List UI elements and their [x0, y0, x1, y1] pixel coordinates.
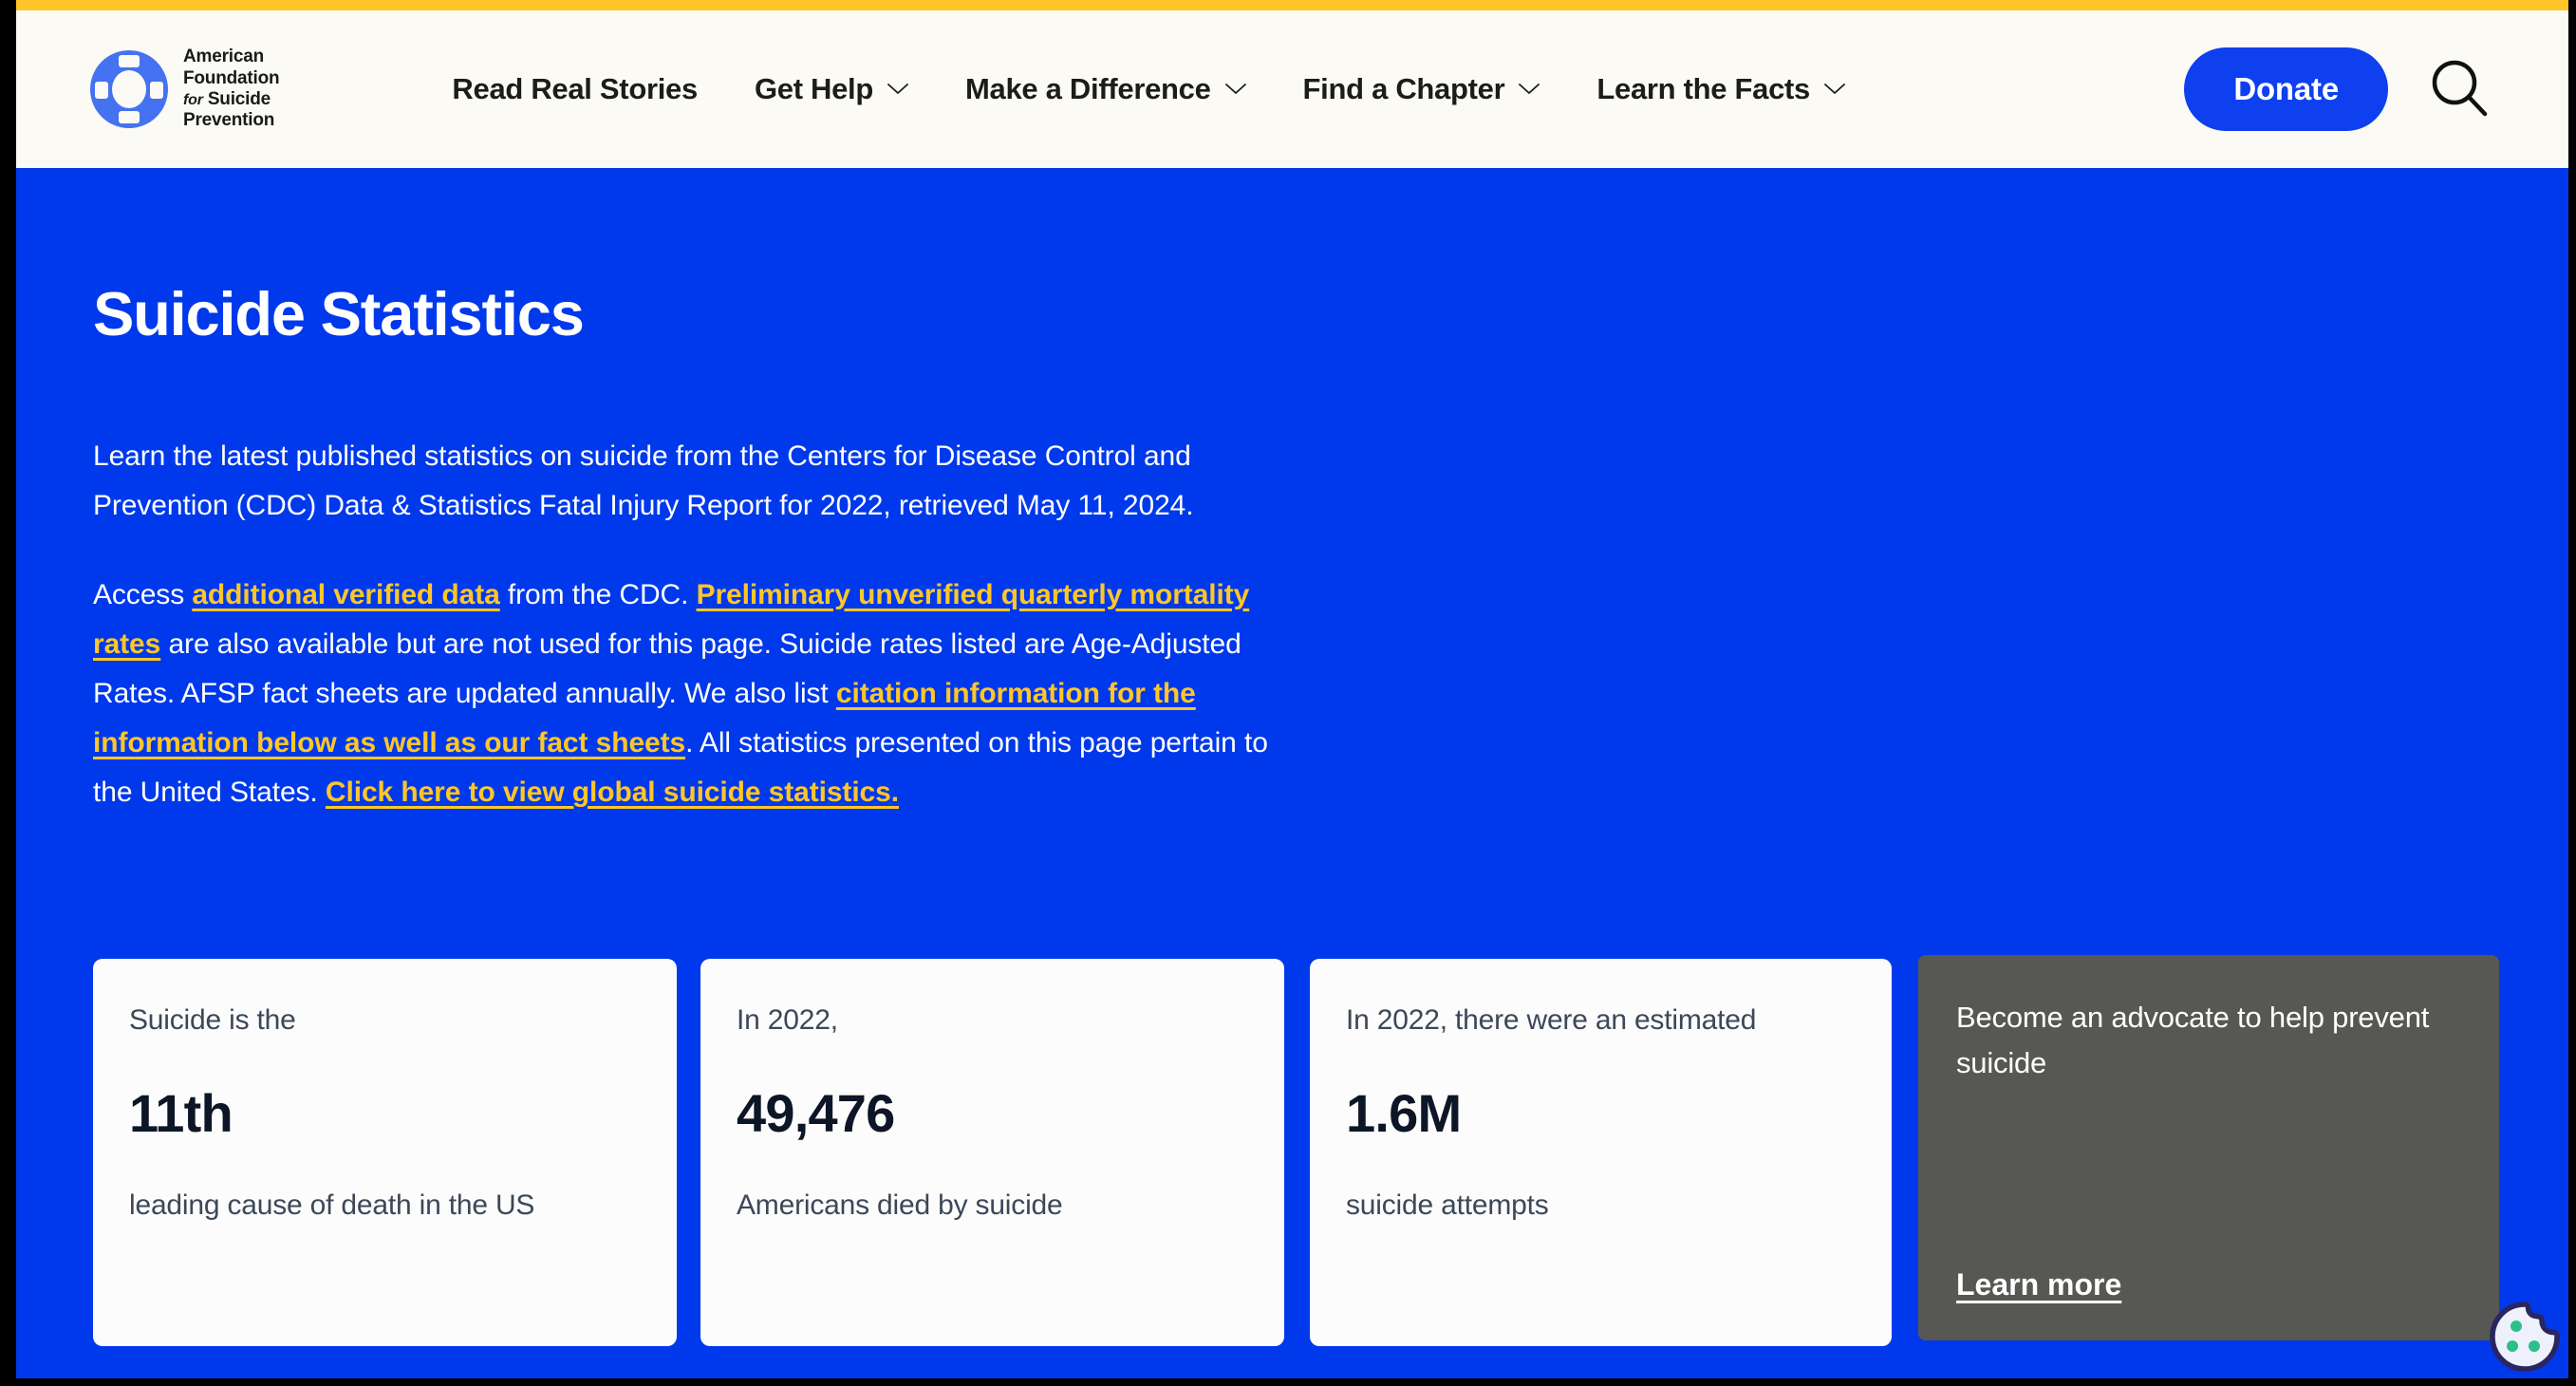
stat-card-prefix: Suicide is the — [129, 1004, 296, 1036]
logo-wordmark: American Foundation for Suicide Preventi… — [183, 47, 280, 132]
life-ring-icon — [90, 50, 168, 128]
advocate-promo-card[interactable]: Become an advocate to help prevent suici… — [1918, 955, 2499, 1340]
chevron-down-icon — [1224, 84, 1246, 95]
nav-item-find-a-chapter[interactable]: Find a Chapter — [1275, 72, 1569, 106]
nav-label: Get Help — [754, 72, 874, 105]
window-edge-bottom — [0, 1378, 2576, 1386]
hero-paragraph-2: Access additional verified data from the… — [93, 571, 1279, 817]
stat-card-figure: 49,476 — [737, 1083, 895, 1143]
nav-label: Learn the Facts — [1596, 72, 1810, 105]
site-logo[interactable]: American Foundation for Suicide Preventi… — [90, 47, 280, 132]
primary-navigation: Read Real Stories Get Help Make a Differ… — [423, 72, 1874, 106]
logo-line-4: Prevention — [183, 110, 275, 131]
nav-label: Read Real Stories — [452, 72, 698, 105]
nav-label: Make a Difference — [965, 72, 1211, 105]
logo-for-word: for — [183, 92, 203, 108]
stat-card: Suicide is the 11th leading cause of dea… — [93, 959, 677, 1346]
p2-segment-1: Access — [93, 579, 193, 610]
window-edge-left — [0, 0, 16, 1386]
cookie-consent-button[interactable] — [2487, 1299, 2563, 1375]
page-title: Suicide Statistics — [93, 279, 585, 348]
chevron-down-icon — [1824, 84, 1845, 95]
stat-card-suffix: leading cause of death in the US — [129, 1189, 535, 1221]
search-icon — [2428, 57, 2491, 122]
p2-segment-2: from the CDC. — [499, 579, 697, 610]
stat-card-suffix: suicide attempts — [1346, 1189, 1549, 1221]
window-edge-right — [2568, 0, 2576, 1386]
chevron-down-icon — [1519, 84, 1540, 95]
advocate-learn-more-link[interactable]: Learn more — [1956, 1267, 2121, 1302]
stat-card: In 2022, 49,476 Americans died by suicid… — [700, 959, 1284, 1346]
nav-label: Find a Chapter — [1302, 72, 1505, 105]
advocate-card-title: Become an advocate to help prevent suici… — [1956, 1001, 2430, 1079]
stat-card-figure: 11th — [129, 1083, 233, 1143]
logo-line-2: Foundation — [183, 67, 280, 88]
link-global-suicide-statistics[interactable]: Click here to view global suicide statis… — [326, 777, 899, 808]
logo-line-1: American — [183, 47, 264, 67]
stat-card-prefix: In 2022, there were an estimated — [1346, 1004, 1757, 1036]
stat-card-figure: 1.6M — [1346, 1083, 1462, 1143]
nav-item-learn-the-facts[interactable]: Learn the Facts — [1568, 72, 1874, 106]
stat-card-prefix: In 2022, — [737, 1004, 838, 1036]
link-additional-verified-data[interactable]: additional verified data — [192, 579, 499, 610]
donate-button[interactable]: Donate — [2184, 47, 2388, 131]
chevron-down-icon — [887, 84, 908, 95]
nav-item-make-a-difference[interactable]: Make a Difference — [937, 72, 1275, 106]
search-button[interactable] — [2428, 58, 2491, 121]
hero-paragraph-1: Learn the latest published statistics on… — [93, 440, 1194, 521]
stat-card-suffix: Americans died by suicide — [737, 1189, 1063, 1221]
stat-card: In 2022, there were an estimated 1.6M su… — [1310, 959, 1892, 1346]
cookie-icon — [2487, 1302, 2563, 1378]
page-root: American Foundation for Suicide Preventi… — [0, 0, 2576, 1386]
nav-item-get-help[interactable]: Get Help — [726, 72, 937, 106]
header-actions: Donate — [2184, 47, 2491, 131]
top-accent-bar — [16, 0, 2568, 10]
hero-body-copy: Learn the latest published statistics on… — [93, 432, 1279, 817]
nav-item-read-real-stories[interactable]: Read Real Stories — [423, 72, 726, 106]
logo-line-3: Suicide — [207, 89, 271, 109]
site-header: American Foundation for Suicide Preventi… — [16, 10, 2568, 168]
